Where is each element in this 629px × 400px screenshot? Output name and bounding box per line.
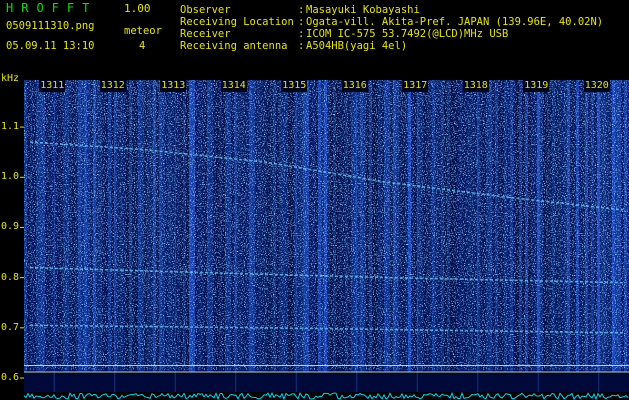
time-tick-label: 1318 [462,80,489,92]
frequency-tick-label: 0.7 [1,321,20,333]
time-tick-label: 1314 [220,80,247,92]
time-tick-label: 1317 [402,80,429,92]
time-tick-label: 1316 [341,80,368,92]
time-tick-label: 1313 [160,80,187,92]
time-tick-label: 1320 [583,80,610,92]
frequency-tick-label: 1.0 [1,171,20,183]
frequency-tick-label: 0.6 [1,372,20,383]
frequency-tick-label: 1.1 [1,121,20,133]
time-tick-label: 1312 [99,80,126,92]
frequency-ticks [20,126,24,379]
frequency-axis-label: kHz [1,73,20,84]
frequency-tick-label: 0.8 [1,271,20,283]
frequency-tick-label: 0.9 [1,221,20,233]
time-tick-label: 1311 [39,80,66,92]
baseline-noise-trace [23,391,629,400]
time-tick-label: 1319 [523,80,550,92]
spectrogram [20,80,629,400]
time-tick-label: 1315 [281,80,308,92]
